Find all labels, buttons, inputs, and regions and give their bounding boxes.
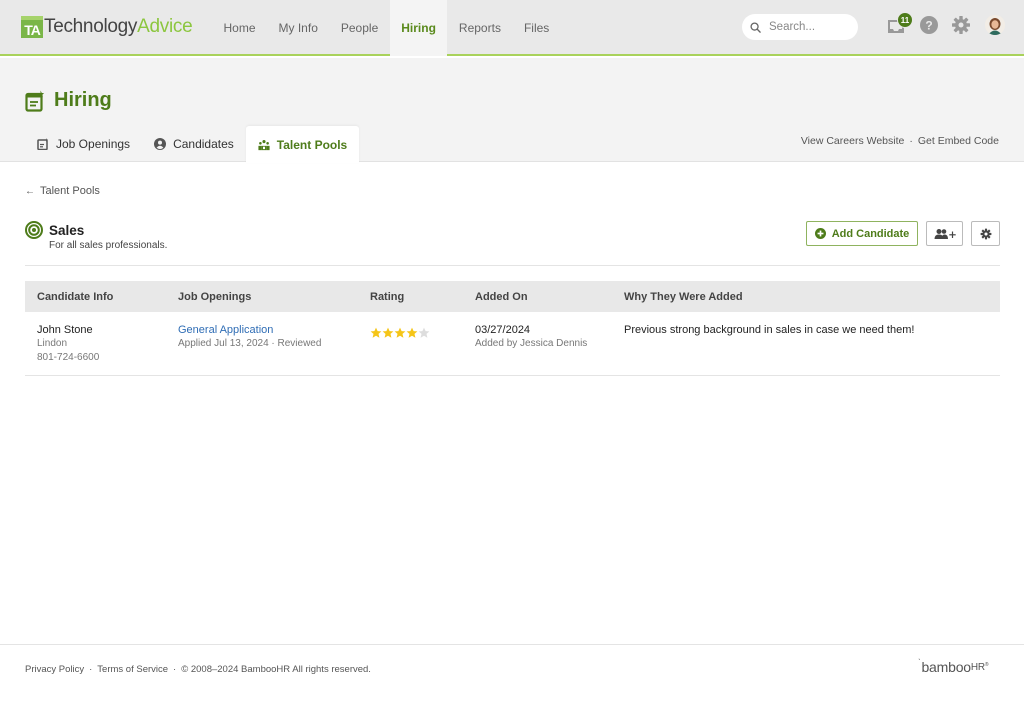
pool-description: For all sales professionals. [49,240,168,251]
star-filled-icon[interactable] [394,327,406,339]
bamboo-hr-text: HR [970,662,985,673]
page-title-text: Hiring [54,89,112,111]
job-openings-cell: General Application Applied Jul 13, 2024… [178,323,321,351]
column-header-why-added[interactable]: Why They Were Added [624,291,743,303]
back-arrow-icon: ← [25,185,35,197]
candidate-info-cell: John Stone Lindon 801-724-6600 [37,323,99,365]
user-circle-icon [154,138,167,150]
hiring-clipboard-icon [25,90,45,112]
added-on-cell: 03/27/2024 Added by Jessica Dennis [475,323,587,351]
user-avatar[interactable] [985,15,1005,35]
column-header-added-on[interactable]: Added On [475,291,528,303]
tab-candidates[interactable]: Candidates [142,126,246,162]
star-filled-icon[interactable] [406,327,418,339]
gear-icon [980,228,991,239]
main-nav: Home My Info People Hiring Reports Files [212,0,561,56]
bamboo-text: bamboo [921,659,971,675]
table-row[interactable]: John Stone Lindon 801-724-6600 General A… [25,312,1000,376]
search-input[interactable] [769,21,849,33]
candidate-name[interactable]: John Stone [37,323,99,337]
applied-info: Applied Jul 13, 2024 · Reviewed [178,338,322,349]
column-header-job-openings[interactable]: Job Openings [178,291,251,303]
footer-divider [0,644,1024,645]
back-link-label: Talent Pools [40,185,100,197]
view-careers-website-link[interactable]: View Careers Website [801,135,905,147]
gear-icon[interactable] [951,15,971,35]
table-header-row: Candidate Info Job Openings Rating Added… [25,281,1000,312]
add-people-button[interactable] [926,221,963,246]
copyright-text: © 2008–2024 BambooHR All rights reserved… [181,664,371,675]
nav-hiring[interactable]: Hiring [389,0,448,56]
rating-cell [370,323,430,339]
tab-label: Job Openings [56,137,131,151]
job-opening-link[interactable]: General Application [178,323,321,337]
plus-circle-icon [814,228,826,239]
candidate-location: Lindon [37,338,68,349]
logo-text-primary: Technology [44,16,138,37]
nav-reports[interactable]: Reports [447,0,512,56]
tab-label: Candidates [173,137,234,151]
column-header-rating[interactable]: Rating [370,291,404,303]
page-header: Hiring Job Openings Candidates Talent Po… [0,58,1024,163]
privacy-policy-link[interactable]: Privacy Policy [25,664,84,675]
add-candidate-button[interactable]: Add Candidate [806,221,918,246]
header-links: View Careers Website · Get Embed Code [801,135,999,147]
back-to-talent-pools-link[interactable]: ← Talent Pools [25,185,100,197]
job-openings-icon [37,138,49,150]
search-icon [750,21,761,33]
link-separator: · [909,135,913,147]
registered-mark: ® [984,662,989,668]
target-icon [25,221,43,239]
bamboo-leaf-icon: ˋ [918,658,921,667]
why-added-cell: Previous strong background in sales in c… [624,323,914,337]
help-icon[interactable]: ? [919,15,939,35]
talent-pool-header: Sales For all sales professionals. [25,221,167,251]
logo-text-secondary: Advice [137,16,193,37]
added-on-date: 03/27/2024 [475,324,531,336]
tab-label: Talent Pools [276,137,348,152]
star-filled-icon[interactable] [370,327,382,339]
company-logo[interactable]: TA TechnologyAdvice [21,13,193,41]
avatar-image-icon [985,15,1005,35]
nav-home[interactable]: Home [212,0,267,56]
why-added-text: Previous strong background in sales in c… [624,324,915,336]
pool-name: Sales [49,222,85,238]
star-filled-icon[interactable] [382,327,394,339]
search-box[interactable] [742,14,858,40]
tab-job-openings[interactable]: Job Openings [25,126,142,162]
svg-text:?: ? [925,19,932,33]
candidate-phone: 801-724-6600 [37,352,100,363]
section-divider [25,265,1000,266]
star-rating[interactable] [370,327,430,339]
nav-people[interactable]: People [329,0,389,56]
footer: Privacy Policy · Terms of Service · © 20… [25,664,371,675]
star-empty-icon[interactable] [418,327,430,339]
talent-pools-icon [258,139,270,150]
nav-files[interactable]: Files [512,0,560,56]
page-title: Hiring [25,89,112,112]
bamboohr-logo: ˋ bamboo HR ® [918,658,989,675]
column-header-candidate-info[interactable]: Candidate Info [37,291,113,303]
footer-separator: · [173,664,177,675]
top-navigation-bar: TA TechnologyAdvice Home My Info People … [0,0,1024,56]
terms-of-service-link[interactable]: Terms of Service [97,664,168,675]
notification-badge: 11 [897,12,913,28]
candidates-table: Candidate Info Job Openings Rating Added… [25,281,1000,376]
logo-mark: TA [21,16,43,38]
pool-settings-button[interactable] [971,221,1000,246]
get-embed-code-link[interactable]: Get Embed Code [918,135,999,147]
hiring-tabs: Job Openings Candidates Talent Pools [25,126,360,163]
logo-text: TechnologyAdvice [44,16,193,38]
add-people-icon [934,228,956,239]
tab-talent-pools[interactable]: Talent Pools [245,126,360,163]
add-candidate-label: Add Candidate [831,227,910,240]
added-by: Added by Jessica Dennis [475,338,588,349]
nav-my-info[interactable]: My Info [267,0,329,56]
footer-separator: · [89,664,93,675]
